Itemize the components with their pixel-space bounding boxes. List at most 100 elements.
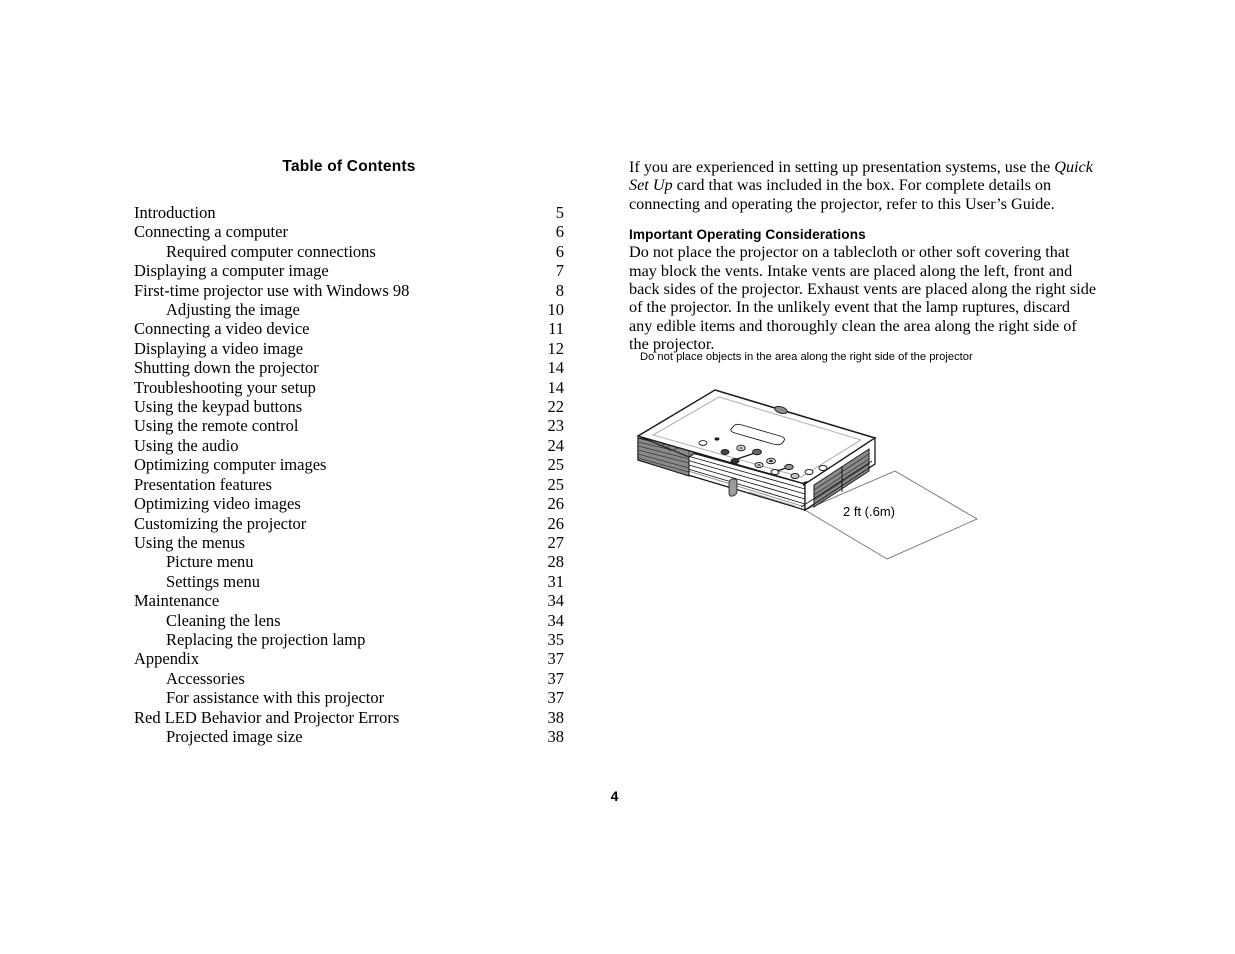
toc-entry-page: 14 (547, 358, 565, 378)
toc-entry[interactable]: Accessories 37 (134, 669, 564, 688)
intro-part2: card that was included in the box. For c… (629, 176, 1055, 213)
toc-entry-page: 28 (547, 552, 565, 572)
toc-entry-page: 24 (547, 435, 565, 455)
toc-entry[interactable]: Shutting down the projector 14 (134, 358, 564, 377)
toc-entry[interactable]: Adjusting the image 10 (134, 300, 564, 319)
toc-entry[interactable]: Customizing the projector 26 (134, 514, 564, 533)
toc-entry-label: Cleaning the lens (166, 610, 281, 630)
toc-entry[interactable]: Using the menus 27 (134, 533, 564, 552)
toc-entry-page: 10 (547, 300, 565, 320)
toc-entry[interactable]: Red LED Behavior and Projector Errors 38 (134, 708, 564, 727)
toc-entry[interactable]: Picture menu 28 (134, 552, 564, 571)
toc-entry-page: 6 (555, 222, 564, 242)
toc-entry[interactable]: Projected image size 38 (134, 727, 564, 746)
toc-entry[interactable]: Displaying a computer image 7 (134, 261, 564, 280)
toc-entry-label: Maintenance (134, 591, 220, 611)
toc-entry-label: Connecting a computer (134, 222, 288, 242)
toc-entry-label: Using the keypad buttons (134, 397, 303, 417)
toc-entry[interactable]: For assistance with this projector 37 (134, 688, 564, 707)
toc-entry[interactable]: Optimizing computer images 25 (134, 455, 564, 474)
toc-entry-label: Required computer connections (166, 241, 376, 261)
toc-entry[interactable]: Presentation features 25 (134, 475, 564, 494)
page-number: 4 (0, 788, 1235, 804)
toc-entry-label: Introduction (134, 203, 216, 222)
toc-entry-label: Optimizing video images (134, 494, 301, 514)
toc-entry-page: 37 (547, 668, 565, 688)
toc-entry-page: 26 (547, 513, 565, 533)
toc-entry-label: Projected image size (166, 726, 303, 746)
right-text-column: If you are experienced in setting up pre… (629, 158, 1097, 368)
toc-entry-label: Using the audio (134, 435, 239, 455)
table-of-contents: Table of Contents Introduction 5 Connectin… (134, 158, 564, 746)
toc-entry-page: 22 (547, 397, 565, 417)
toc-entry[interactable]: Connecting a computer 6 (134, 222, 564, 241)
toc-entry[interactable]: Required computer connections 6 (134, 242, 564, 261)
toc-entry-page: 8 (555, 280, 564, 300)
toc-entry-page: 25 (547, 455, 565, 475)
toc-entry-page: 25 (547, 474, 565, 494)
toc-entry[interactable]: Connecting a video device 11 (134, 319, 564, 338)
toc-entry-label: Displaying a computer image (134, 261, 329, 281)
toc-entry-label: Picture menu (166, 552, 254, 572)
toc-entry-label: Accessories (166, 668, 245, 688)
elevator-foot-button-icon (728, 478, 738, 497)
toc-entry[interactable]: Displaying a video image 12 (134, 339, 564, 358)
toc-entry-page: 5 (555, 203, 564, 222)
toc-entry-page: 37 (547, 688, 565, 708)
toc-entry[interactable]: Introduction 5 (134, 203, 564, 222)
toc-entry-label: First-time projector use with Windows 98 (134, 280, 410, 300)
toc-entry-page: 26 (547, 494, 565, 514)
toc-entry-page: 37 (547, 649, 565, 669)
toc-entry-page: 12 (547, 338, 565, 358)
toc-entry-label: Troubleshooting your setup (134, 377, 316, 397)
toc-entry-page: 11 (548, 319, 564, 339)
document-page: Table of Contents Introduction 5 Connectin… (0, 0, 1235, 954)
toc-entry-label: Shutting down the projector (134, 358, 319, 378)
toc-entry-page: 7 (555, 261, 564, 281)
toc-entry-label: Appendix (134, 649, 200, 669)
toc-entry-page: 27 (547, 532, 565, 552)
toc-entry[interactable]: Troubleshooting your setup 14 (134, 378, 564, 397)
toc-entry-label: Using the menus (134, 532, 245, 552)
toc-entry[interactable]: First-time projector use with Windows 98… (134, 281, 564, 300)
toc-entry-page: 35 (547, 629, 565, 649)
toc-entry-label: Settings menu (166, 571, 260, 591)
toc-entry-list: Introduction 5 Connecting a computer 6 Requi… (134, 203, 564, 746)
toc-entry-label: Optimizing computer images (134, 455, 327, 475)
projector-clearance-figure: Do not place objects in the area along t… (629, 348, 1099, 578)
toc-entry[interactable]: Settings menu 31 (134, 572, 564, 591)
toc-entry-page: 6 (555, 241, 564, 261)
intro-paragraph: If you are experienced in setting up pre… (629, 158, 1097, 213)
toc-entry-page: 23 (547, 416, 565, 436)
toc-entry-label: Connecting a video device (134, 319, 310, 339)
toc-entry[interactable]: Using the remote control 23 (134, 416, 564, 435)
toc-entry-label: Presentation features (134, 474, 272, 494)
intro-part1: If you are experienced in setting up pre… (629, 158, 1055, 176)
toc-entry-page: 34 (547, 591, 565, 611)
toc-entry-page: 14 (547, 377, 565, 397)
toc-entry-page: 38 (547, 726, 565, 746)
toc-title: Table of Contents (282, 158, 416, 175)
toc-entry-page: 34 (547, 610, 565, 630)
section-paragraph: Do not place the projector on a tableclo… (629, 243, 1097, 354)
toc-entry-label: For assistance with this projector (166, 688, 385, 708)
section-heading: Important Operating Considerations (629, 227, 866, 243)
toc-entry-page: 31 (547, 571, 565, 591)
toc-entry[interactable]: Optimizing video images 26 (134, 494, 564, 513)
toc-entry-label: Displaying a video image (134, 338, 304, 358)
toc-entry-label: Adjusting the image (166, 300, 300, 320)
page-number-value: 4 (610, 788, 619, 804)
toc-entry-label: Red LED Behavior and Projector Errors (134, 707, 400, 727)
toc-entry[interactable]: Using the audio 24 (134, 436, 564, 455)
toc-entry[interactable]: Replacing the projection lamp 35 (134, 630, 564, 649)
toc-entry[interactable]: Maintenance 34 (134, 591, 564, 610)
toc-entry-label: Customizing the projector (134, 513, 307, 533)
clearance-distance-label: 2 ft (.6m) (843, 504, 895, 519)
toc-entry[interactable]: Cleaning the lens 34 (134, 611, 564, 630)
toc-entry[interactable]: Appendix 37 (134, 649, 564, 668)
toc-entry[interactable]: Using the keypad buttons 22 (134, 397, 564, 416)
toc-entry-label: Using the remote control (134, 416, 299, 436)
figure-caption: Do not place objects in the area along t… (640, 351, 973, 363)
toc-entry-label: Replacing the projection lamp (166, 629, 366, 649)
projector-illustration: 2 ft (.6m) (636, 389, 978, 560)
